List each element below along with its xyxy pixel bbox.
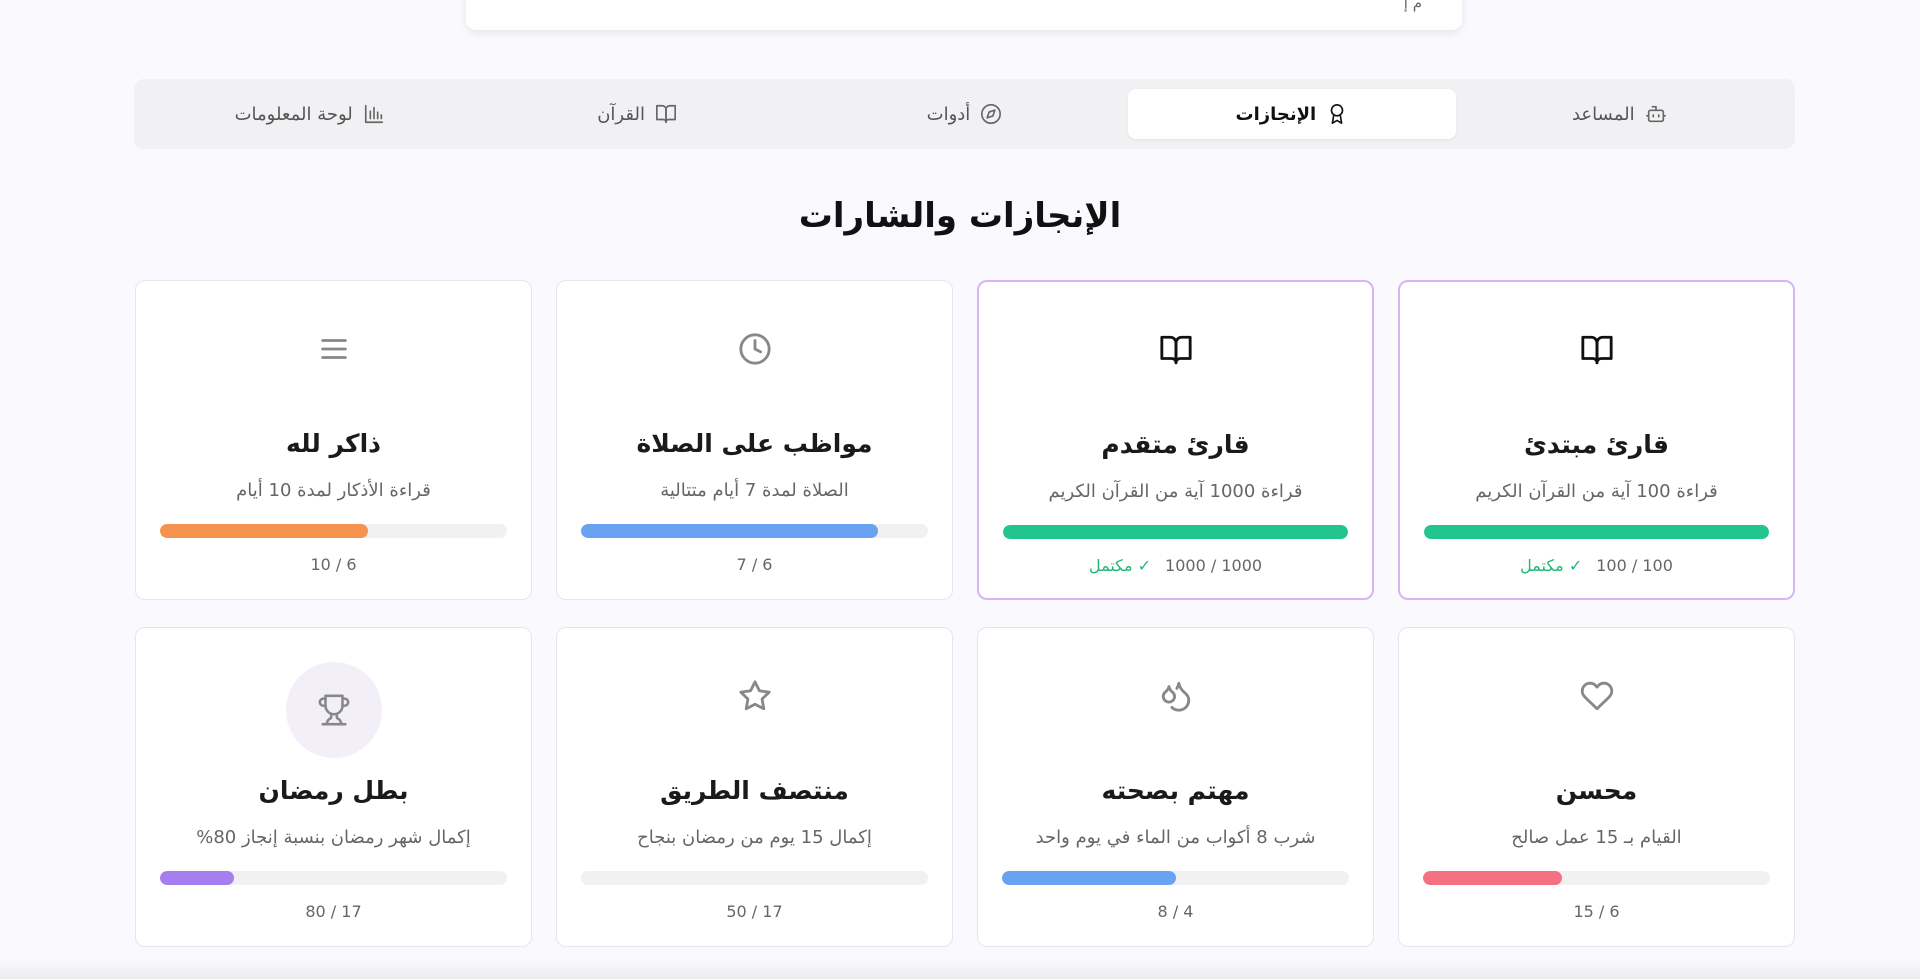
achievement-meta: 50 / 17: [557, 902, 952, 921]
progress-fill: [1423, 871, 1562, 885]
progress-text: 1000 / 1000: [1165, 556, 1263, 575]
achievement-title: بطل رمضان: [258, 776, 409, 805]
top-card: م إ: [466, 0, 1462, 30]
progress-text: 100 / 100: [1596, 556, 1673, 575]
tab-label: المساعد: [1571, 103, 1635, 125]
achievement-description: قراءة الأذكار لمدة 10 أيام: [236, 480, 431, 501]
progress-text: 80 / 17: [305, 902, 362, 921]
achievement-meta: 15 / 6: [1399, 902, 1794, 921]
achievement-title: مهتم بصحته: [1101, 776, 1250, 805]
book-open-icon: [1156, 330, 1196, 370]
achievement-description: إكمال شهر رمضان بنسبة إنجاز 80%: [196, 827, 471, 848]
achievement-title: منتصف الطريق: [660, 776, 849, 805]
achievement-card[interactable]: قارئ مبتدئ قراءة 100 آية من القرآن الكري…: [1398, 280, 1795, 600]
book-open-icon: [1577, 330, 1617, 370]
achievement-card[interactable]: مهتم بصحته شرب 8 أكواب من الماء في يوم و…: [977, 627, 1374, 947]
tab-quran[interactable]: القرآن: [473, 89, 800, 139]
achievement-title: مواظب على الصلاة: [636, 429, 873, 458]
progress-bar: [1002, 871, 1349, 885]
tab-label: القرآن: [597, 103, 645, 125]
tab-label: أدوات: [926, 103, 971, 125]
heart-icon: [1577, 676, 1617, 716]
progress-fill: [160, 524, 369, 538]
bar-chart-icon: [364, 104, 383, 124]
achievement-meta: 10 / 6: [136, 555, 531, 574]
trophy-icon: [285, 662, 382, 758]
progress-bar: [581, 524, 928, 538]
achievement-title: محسن: [1555, 776, 1638, 805]
progress-text: 8 / 4: [1157, 902, 1194, 921]
progress-fill: [1424, 525, 1769, 539]
progress-bar: [1423, 871, 1770, 885]
compass-icon: [981, 104, 1002, 124]
progress-text: 50 / 17: [726, 902, 783, 921]
achievement-description: إكمال 15 يوم من رمضان بنجاح: [637, 827, 872, 848]
achievement-meta: 100 / 100 ✓ مكتمل: [1400, 556, 1793, 575]
clock-icon: [735, 329, 775, 369]
progress-bar: [160, 524, 507, 538]
achievement-description: قراءة 100 آية من القرآن الكريم: [1475, 481, 1718, 502]
progress-bar: [160, 871, 507, 885]
tab-label: الإنجازات: [1235, 103, 1317, 125]
tab-label: لوحة المعلومات: [234, 103, 353, 125]
achievement-card[interactable]: ذاكر لله قراءة الأذكار لمدة 10 أيام 10 /…: [135, 280, 532, 600]
bottom-fade: [0, 959, 1920, 979]
progress-fill: [160, 871, 234, 885]
achievement-description: القيام بـ 15 عمل صالح: [1511, 827, 1682, 848]
achievement-meta: 8 / 4: [978, 902, 1373, 921]
progress-text: 10 / 6: [310, 555, 357, 574]
progress-fill: [1003, 525, 1348, 539]
progress-fill: [581, 524, 879, 538]
achievement-card[interactable]: بطل رمضان إكمال شهر رمضان بنسبة إنجاز 80…: [135, 627, 532, 947]
achievement-description: الصلاة لمدة 7 أيام متتالية: [660, 480, 849, 501]
progress-text: 15 / 6: [1573, 902, 1620, 921]
menu-icon: [314, 329, 354, 369]
star-icon: [735, 676, 775, 716]
achievement-title: قارئ متقدم: [1101, 430, 1250, 459]
progress-text: 7 / 6: [736, 555, 773, 574]
completed-badge: ✓ مكتمل: [1088, 556, 1152, 575]
achievement-description: شرب 8 أكواب من الماء في يوم واحد: [1035, 827, 1316, 848]
achievement-description: قراءة 1000 آية من القرآن الكريم: [1048, 481, 1303, 502]
completed-badge: ✓ مكتمل: [1520, 556, 1583, 575]
progress-fill: [1002, 871, 1176, 885]
droplets-icon: [1156, 676, 1196, 716]
achievement-meta: 1000 / 1000 ✓ مكتمل: [979, 556, 1372, 575]
achievement-card[interactable]: منتصف الطريق إكمال 15 يوم من رمضان بنجاح…: [556, 627, 953, 947]
top-card-fragment: م إ: [1403, 0, 1422, 12]
achievements-grid: قارئ مبتدئ قراءة 100 آية من القرآن الكري…: [134, 280, 1795, 947]
achievement-meta: 80 / 17: [136, 902, 531, 921]
achievement-meta: 7 / 6: [557, 555, 952, 574]
section-title: الإنجازات والشارات: [798, 196, 1122, 236]
achievement-card[interactable]: مواظب على الصلاة الصلاة لمدة 7 أيام متتا…: [556, 280, 953, 600]
tab-achievements[interactable]: الإنجازات: [1128, 89, 1456, 139]
tab-assistant[interactable]: المساعد: [1456, 89, 1783, 139]
progress-bar: [581, 871, 928, 885]
progress-bar: [1003, 525, 1348, 539]
achievement-card[interactable]: قارئ متقدم قراءة 1000 آية من القرآن الكر…: [977, 280, 1374, 600]
book-icon: [655, 104, 676, 124]
achievement-card[interactable]: محسن القيام بـ 15 عمل صالح 15 / 6: [1398, 627, 1795, 947]
progress-fill: [581, 871, 699, 885]
achievement-title: قارئ مبتدئ: [1523, 430, 1669, 459]
tab-tools[interactable]: أدوات: [801, 89, 1128, 139]
tab-bar: المساعد الإنجازات أدوات القرآن لوحة المع…: [134, 79, 1795, 149]
achievement-title: ذاكر لله: [286, 429, 381, 458]
tab-dashboard[interactable]: لوحة المعلومات: [146, 89, 473, 139]
bot-icon: [1645, 105, 1666, 123]
award-icon: [1330, 104, 1344, 124]
progress-bar: [1424, 525, 1769, 539]
